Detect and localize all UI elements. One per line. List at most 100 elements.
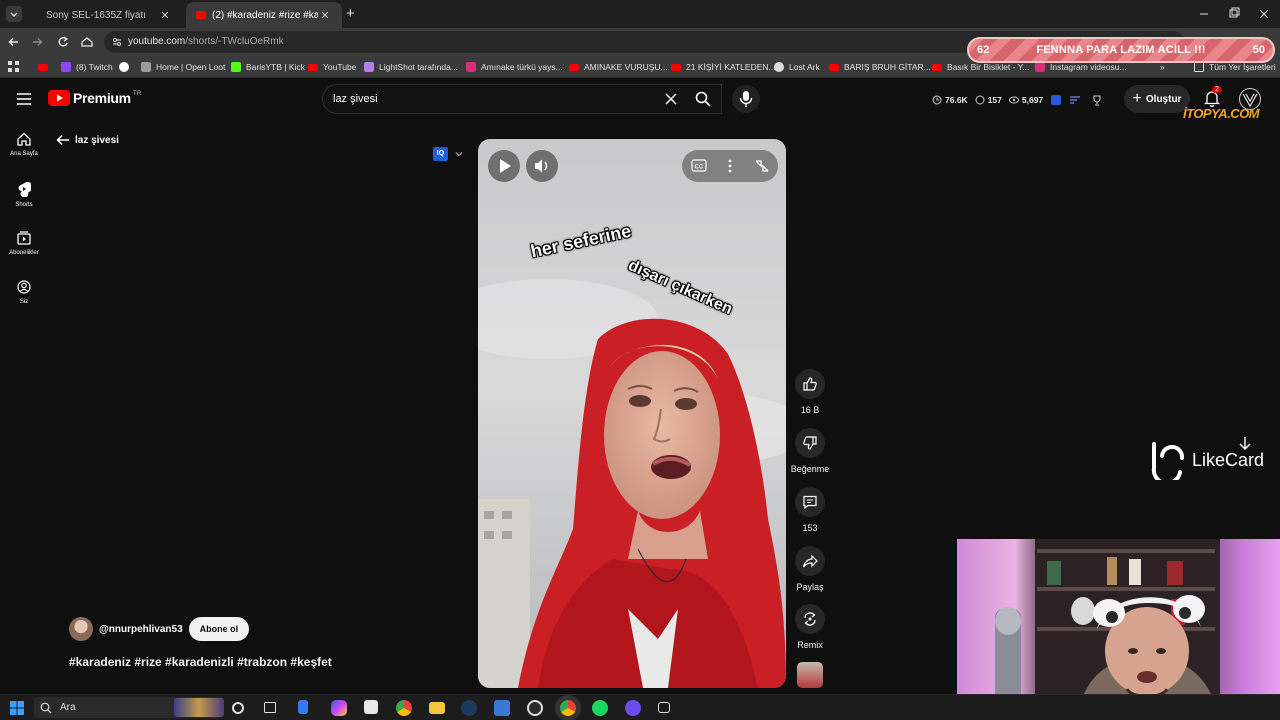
channel-name[interactable]: @nnurpehlivan53	[99, 624, 183, 635]
quality-extension-button[interactable]: IQ	[433, 146, 467, 162]
trophy-icon[interactable]	[1091, 94, 1103, 106]
apps-grid-icon[interactable]	[8, 61, 20, 73]
reload-icon[interactable]	[58, 36, 69, 47]
notifications-button[interactable]: 2	[1203, 86, 1222, 107]
likecard-text: LikeCard	[1192, 449, 1265, 470]
extension-icon[interactable]	[1051, 95, 1062, 105]
like-icon	[803, 377, 817, 391]
home-icon[interactable]	[81, 37, 93, 47]
menu-icon[interactable]	[17, 93, 31, 105]
likecard-logo-icon	[1151, 442, 1185, 480]
remix-icon	[804, 612, 816, 626]
restore-icon[interactable]	[1229, 7, 1240, 18]
bookmark-youtube-shortcut[interactable]	[38, 60, 53, 74]
bookmark-item[interactable]: LightShot tarafında...	[364, 60, 458, 74]
task-view-icon[interactable]	[264, 702, 276, 713]
video-hashtags[interactable]: #karadeniz #rize #karadenizli #trabzon #…	[69, 655, 332, 669]
chrome-icon[interactable]	[396, 700, 412, 716]
sidebar-item-home[interactable]: Ana Sayfa	[0, 132, 48, 157]
bookmark-item[interactable]: BARIŞ BRUH GİTAR...	[829, 60, 931, 74]
dislike-button[interactable]: Beğenme	[780, 428, 840, 474]
file-explorer-icon[interactable]	[429, 702, 445, 714]
share-button[interactable]: Paylaş	[780, 546, 840, 592]
forward-icon[interactable]	[33, 38, 43, 46]
search-input[interactable]	[333, 90, 653, 108]
like-button[interactable]: 16 B	[780, 369, 840, 415]
shorts-video-player[interactable]: her seferine dışarı çıkarken CC	[478, 139, 786, 688]
cortana-icon[interactable]	[232, 702, 244, 714]
back-link[interactable]: laz şivesi	[56, 134, 119, 146]
youtube-logo[interactable]: Premium TR	[48, 90, 141, 106]
tab-search-button[interactable]	[6, 6, 22, 22]
comments-button[interactable]: 153	[780, 487, 840, 533]
clock-icon	[932, 95, 942, 105]
subscribe-button[interactable]: Abone ol	[188, 617, 250, 641]
store-icon[interactable]	[364, 700, 378, 714]
bookmark-label: (8) Twitch	[76, 62, 113, 72]
bookmark-label: Lost Ark	[789, 62, 820, 72]
steam-icon[interactable]	[461, 700, 477, 716]
voice-search-button[interactable]	[732, 85, 760, 113]
sort-icon[interactable]	[1069, 95, 1081, 105]
taskbar-search[interactable]: Ara	[34, 697, 224, 718]
kick-icon	[231, 62, 241, 72]
back-icon[interactable]	[8, 38, 19, 46]
watching-count: 5,697	[1021, 95, 1044, 105]
chrome-active-icon[interactable]	[560, 700, 576, 716]
play-button[interactable]	[488, 150, 520, 182]
sidebar-item-shorts[interactable]: Shorts	[0, 181, 48, 208]
nav-buttons	[8, 36, 93, 47]
bookmark-item[interactable]: 21 KİŞİYİ KATLEDEN...	[671, 60, 776, 74]
fullscreen-icon[interactable]	[755, 160, 769, 172]
twitch-icon	[61, 62, 71, 72]
tab-close-icon[interactable]: ✕	[318, 9, 332, 22]
tab-close-icon[interactable]: ✕	[158, 9, 172, 22]
new-tab-button[interactable]: +	[346, 5, 355, 22]
chevron-down-icon	[10, 12, 18, 17]
volume-button[interactable]	[526, 150, 558, 182]
tab-title: (2) #karadeniz #rize #karadeniz	[212, 9, 318, 21]
video-frame	[478, 139, 786, 688]
channel-avatar[interactable]	[69, 617, 93, 641]
youtube-icon	[671, 63, 681, 71]
bookmark-item[interactable]: (8) Twitch	[61, 60, 113, 74]
webcam-scene	[995, 539, 1220, 720]
remix-button[interactable]: Remix	[780, 604, 840, 650]
youtube-icon	[569, 63, 579, 71]
sidebar-item-subscriptions[interactable]: Abonelikler	[0, 231, 48, 256]
bookmark-item[interactable]: BarisYTB | Kick	[231, 60, 305, 74]
browser-tab[interactable]: Sony SEL-1635Z fiyatı ✕	[36, 2, 182, 28]
search-icon[interactable]	[695, 91, 711, 107]
bookmark-item[interactable]: YouTube	[308, 60, 356, 74]
sidebar-item-you[interactable]: Siz	[0, 280, 48, 305]
app-icon-blue[interactable]	[298, 700, 308, 714]
app-icon-purple[interactable]	[625, 700, 641, 716]
youtube-icon	[38, 64, 48, 71]
create-button[interactable]: + Oluştur	[1124, 85, 1190, 113]
bookmark-item[interactable]: Home | Open Loot	[141, 60, 225, 74]
browser-tab-strip: Sony SEL-1635Z fiyatı ✕ (2) #karadeniz #…	[0, 0, 1280, 28]
bookmark-item[interactable]: Amınake türkü yays...	[466, 60, 563, 74]
bookmark-item[interactable]: Lost Ark	[774, 60, 820, 74]
bookmark-google[interactable]	[119, 60, 134, 74]
app-icon-pin[interactable]	[494, 700, 510, 716]
close-window-icon[interactable]	[1259, 9, 1269, 19]
channel-row: @nnurpehlivan53 Abone ol	[69, 617, 250, 641]
like-icon-circle	[795, 369, 825, 399]
copilot-icon[interactable]	[331, 700, 347, 716]
spotify-icon[interactable]	[592, 700, 608, 716]
clear-search-icon[interactable]	[665, 93, 677, 105]
sound-source-thumbnail[interactable]	[797, 662, 823, 688]
share-icon-circle	[795, 546, 825, 576]
obs-icon[interactable]	[527, 700, 543, 716]
comments-count: 157	[987, 95, 1002, 105]
bookmark-item[interactable]: AMINAKE VURUŞU...	[569, 60, 668, 74]
more-options-icon[interactable]	[728, 159, 732, 173]
bookmark-label: Basık Bir Bisiklet - Y...	[947, 62, 1030, 72]
you-icon	[17, 280, 31, 294]
windows-start-icon[interactable]	[10, 701, 24, 715]
browser-tab-active[interactable]: (2) #karadeniz #rize #karadeniz ✕	[186, 2, 342, 28]
app-icon-chat[interactable]	[658, 702, 670, 713]
site-info-icon[interactable]	[111, 36, 123, 48]
closed-captions-icon[interactable]: CC	[691, 159, 707, 172]
